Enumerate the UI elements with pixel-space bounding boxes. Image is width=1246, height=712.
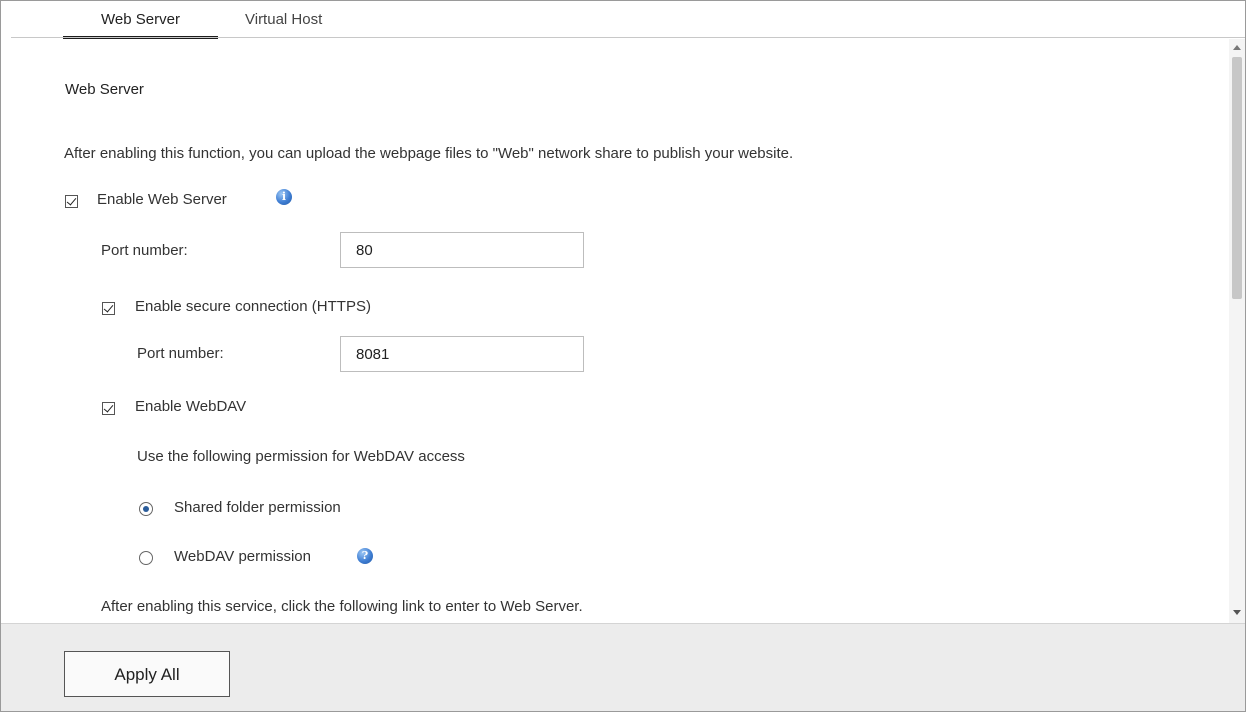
port-number-label: Port number: — [101, 242, 188, 259]
https-port-number-input[interactable] — [340, 336, 584, 372]
footer-bar: Apply All — [1, 623, 1245, 711]
scroll-down-arrow-icon[interactable] — [1233, 610, 1241, 615]
enable-web-server-label: Enable Web Server — [97, 191, 227, 208]
web-server-settings-window: Web Server Virtual Host Web Server After… — [0, 0, 1246, 712]
vertical-scrollbar[interactable] — [1229, 39, 1245, 623]
section-description: After enabling this function, you can up… — [64, 145, 794, 162]
shared-folder-permission-label: Shared folder permission — [174, 499, 341, 516]
webdav-permission-label: WebDAV permission — [174, 548, 311, 565]
tab-web-server[interactable]: Web Server — [63, 11, 218, 39]
port-number-input[interactable] — [340, 232, 584, 268]
enable-web-server-checkbox[interactable] — [65, 195, 78, 208]
section-title: Web Server — [65, 81, 144, 98]
web-server-link-note: After enabling this service, click the f… — [101, 598, 583, 615]
scroll-up-arrow-icon[interactable] — [1233, 45, 1241, 50]
enable-https-checkbox[interactable] — [102, 302, 115, 315]
shared-folder-permission-radio[interactable] — [139, 502, 153, 516]
enable-https-label: Enable secure connection (HTTPS) — [135, 298, 371, 315]
info-icon[interactable]: i — [276, 189, 292, 205]
tab-bar-divider — [11, 37, 1245, 38]
tab-virtual-host[interactable]: Virtual Host — [245, 11, 355, 37]
help-icon[interactable]: ? — [357, 548, 373, 564]
apply-all-button[interactable]: Apply All — [64, 651, 230, 697]
https-port-number-label: Port number: — [137, 345, 224, 362]
webdav-permission-radio[interactable] — [139, 551, 153, 565]
webdav-permission-prompt: Use the following permission for WebDAV … — [137, 448, 465, 465]
scrollbar-thumb[interactable] — [1232, 57, 1242, 299]
enable-webdav-label: Enable WebDAV — [135, 398, 247, 415]
enable-webdav-checkbox[interactable] — [102, 402, 115, 415]
settings-panel: Web Server After enabling this function,… — [1, 39, 1229, 623]
tab-bar: Web Server Virtual Host — [1, 1, 1245, 39]
